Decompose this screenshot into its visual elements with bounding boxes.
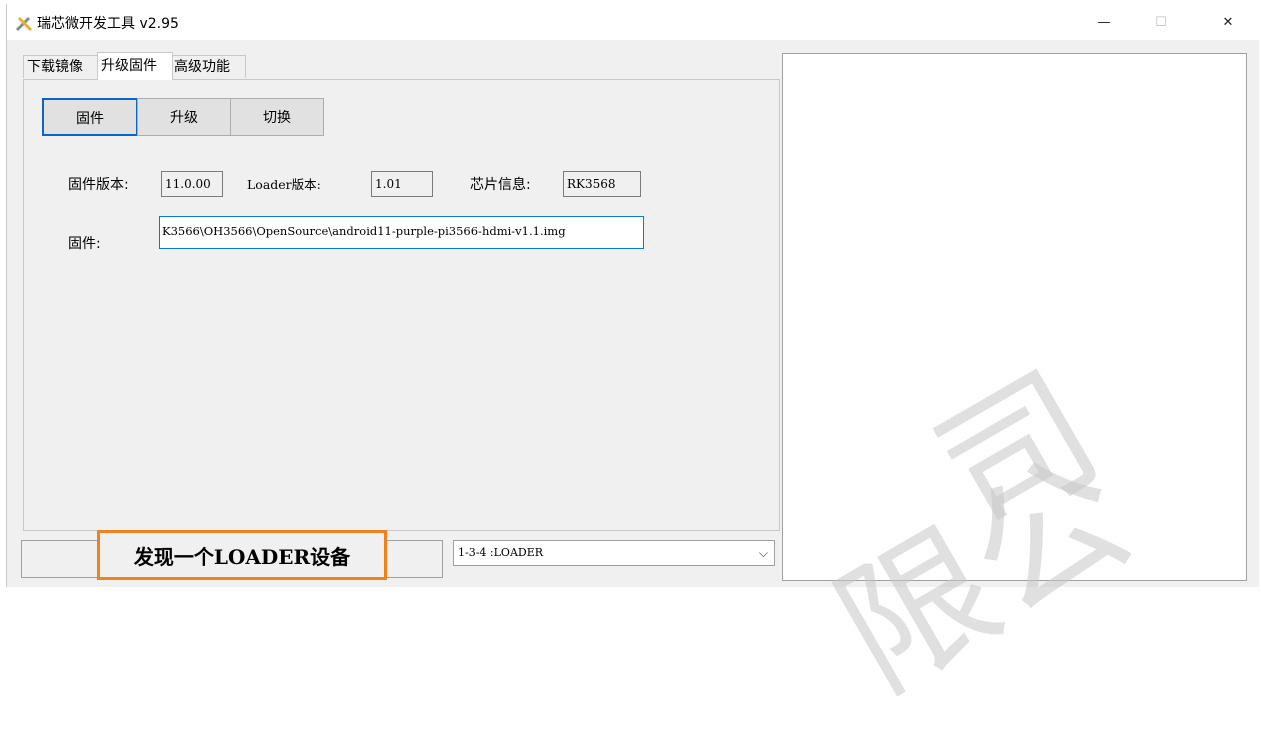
- close-button[interactable]: ✕: [1206, 4, 1250, 40]
- app-window: 瑞芯微开发工具 v2.95 — ☐ ✕ 下载镜像 升级固件 高级功能 固件 升级…: [6, 4, 1259, 725]
- tab-advanced[interactable]: 高级功能: [170, 55, 246, 78]
- minimize-button[interactable]: —: [1082, 4, 1126, 40]
- chip-info-label: 芯片信息:: [470, 177, 531, 193]
- firmware-button[interactable]: 固件: [42, 98, 138, 136]
- loader-version-label: Loader版本:: [247, 177, 321, 192]
- tab-upgrade-firmware[interactable]: 升级固件: [97, 52, 173, 80]
- window-title: 瑞芯微开发工具 v2.95: [37, 16, 179, 32]
- loader-version-field: 1.01: [371, 171, 433, 197]
- maximize-button[interactable]: ☐: [1139, 4, 1183, 40]
- chevron-down-icon: ⌵: [758, 546, 768, 560]
- status-message: 发现一个LOADER设备: [97, 530, 387, 580]
- upgrade-button[interactable]: 升级: [137, 98, 231, 136]
- chip-info-field: RK3568: [563, 171, 641, 197]
- fw-version-label: 固件版本:: [68, 177, 129, 193]
- device-select[interactable]: 1-3-4 :LOADER ⌵: [453, 540, 775, 566]
- fw-version-field: 11.0.00: [161, 171, 223, 197]
- upgrade-panel: 固件 升级 切换 固件版本: 11.0.00 Loader版本: 1.01 芯片…: [23, 79, 780, 531]
- tab-download-image[interactable]: 下载镜像: [23, 55, 99, 78]
- firmware-path-label: 固件:: [68, 236, 101, 252]
- device-select-value: 1-3-4 :LOADER: [458, 546, 544, 559]
- log-output-pane[interactable]: [782, 53, 1247, 581]
- minimize-icon: —: [1097, 14, 1111, 30]
- tools-icon: [15, 16, 33, 32]
- maximize-icon: ☐: [1155, 14, 1167, 30]
- switch-button[interactable]: 切换: [230, 98, 324, 136]
- title-bar: 瑞芯微开发工具 v2.95 — ☐ ✕: [7, 4, 1259, 40]
- firmware-path-input[interactable]: K3566\OH3566\OpenSource\android11-purple…: [159, 216, 644, 249]
- close-icon: ✕: [1222, 14, 1234, 30]
- status-message-text: 发现一个LOADER设备: [133, 544, 351, 569]
